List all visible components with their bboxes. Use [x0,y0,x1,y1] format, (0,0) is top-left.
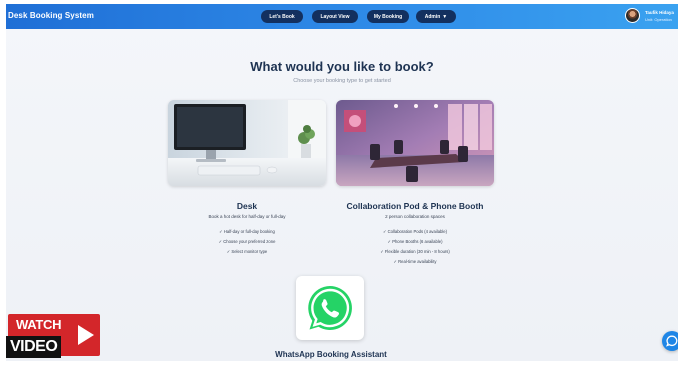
whatsapp-icon [308,286,352,330]
pod-card-description: 2 person collaboration spaces [385,214,445,219]
pod-feature-item: ✓ Collaboration Pods (4 available) [382,229,448,234]
meeting-room-illustration [336,100,494,186]
chat-bubble-icon [666,335,678,347]
whatsapp-assistant-title[interactable]: WhatsApp Booking Assistant [6,350,656,359]
desk-photo-illustration [168,100,326,186]
pod-card-image[interactable] [336,100,494,186]
page-subtitle: Choose your booking type to get started [293,78,391,84]
pod-feature-item: ✓ Real-time availability [393,259,437,264]
desk-card-description: Book a hot desk for half-day or full-day [208,214,286,219]
nav-my-booking-button[interactable]: My Booking [367,10,409,23]
app-window: Desk Booking System Let's Book Layout Vi… [6,4,678,361]
watch-video-badge[interactable]: WATCH VIDEO [6,314,100,361]
user-unit: Unit: Operation [645,17,672,22]
app-title[interactable]: Desk Booking System [8,11,94,20]
chevron-down-icon: ▼ [442,13,448,20]
nav-lets-book-button[interactable]: Let's Book [261,10,303,23]
desk-feature-item: ✓ Half-day or full-day booking [219,229,275,234]
desk-feature-item: ✓ Select monitor type [226,249,268,254]
desk-feature-item: ✓ Choose your preferred zone [218,239,276,244]
user-name: Taufik Hidaya [645,10,674,15]
page-title: What would you like to book? [250,59,434,74]
top-nav-bar: Desk Booking System Let's Book Layout Vi… [6,4,678,29]
whatsapp-tile[interactable] [296,276,364,340]
desk-card-title[interactable]: Desk [168,201,326,211]
watch-label: WATCH [16,317,62,332]
chat-bubble-button[interactable] [662,331,678,351]
avatar[interactable] [625,8,640,23]
nav-admin-dropdown[interactable]: Admin ▼ [416,10,456,23]
pod-card-title[interactable]: Collaboration Pod & Phone Booth [336,201,494,211]
nav-label: Layout View [320,13,350,20]
nav-layout-view-button[interactable]: Layout View [312,10,358,23]
play-icon [78,325,94,345]
video-label: VIDEO [6,336,62,358]
nav-label: Admin [424,13,441,20]
desk-card-image[interactable] [168,100,326,186]
pod-feature-item: ✓ Flexible duration (30 min - 8 hours) [380,249,450,254]
pod-feature-item: ✓ Phone Booths (6 available) [387,239,443,244]
nav-label: Let's Book [269,13,295,20]
nav-label: My Booking [373,13,403,20]
